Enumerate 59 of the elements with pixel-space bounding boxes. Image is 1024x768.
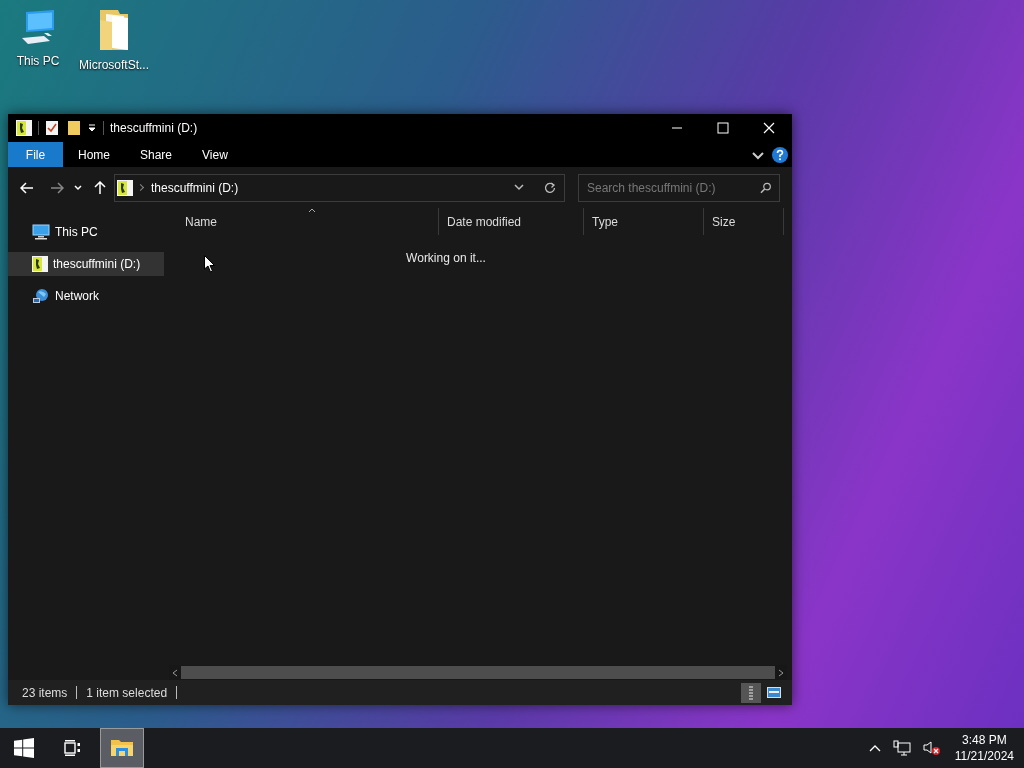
chevron-up-icon[interactable]: [868, 744, 881, 752]
scroll-right-icon[interactable]: [778, 668, 784, 677]
search-field[interactable]: Search thescuffmini (D:): [578, 173, 780, 202]
selection-count: 1 item selected: [86, 684, 168, 702]
chevron-down-icon[interactable]: [752, 149, 764, 160]
clock-date[interactable]: 11/21/2024: [954, 748, 1014, 764]
column-header[interactable]: Name: [177, 208, 439, 235]
details-list-icon: [748, 685, 754, 700]
column-header[interactable]: Type: [584, 208, 704, 235]
network-icon[interactable]: [892, 740, 911, 756]
search-input[interactable]: Search thescuffmini (D:): [587, 178, 760, 197]
ribbon-tab[interactable]: Share: [125, 142, 188, 167]
folder-icon[interactable]: [67, 120, 81, 136]
mouse-cursor-icon: [204, 255, 215, 273]
taskbar-app-button[interactable]: [100, 728, 144, 768]
scrollbar-thumb[interactable]: [181, 666, 775, 679]
close-icon[interactable]: [763, 122, 775, 134]
ribbon-tab[interactable]: View: [187, 142, 243, 167]
chevron-down-icon[interactable]: [514, 184, 524, 191]
sidebar-label: Network: [55, 288, 99, 305]
item-count: 23 items: [22, 684, 68, 702]
window-title: thescuffmini (D:): [110, 120, 198, 137]
column-header[interactable]: Date modified: [439, 208, 584, 235]
tiles-view-icon: [767, 687, 781, 698]
computer-icon: [32, 224, 50, 240]
address-bar[interactable]: thescuffmini (D:): [114, 173, 565, 202]
sidebar-item[interactable]: thescuffmini (D:): [8, 252, 164, 276]
task-view-icon: [63, 740, 81, 756]
drive-icon: [16, 120, 32, 136]
sidebar-item[interactable]: Network: [8, 284, 164, 308]
sidebar-label: thescuffmini (D:): [53, 256, 141, 273]
properties-icon[interactable]: [45, 120, 59, 136]
maximize-icon[interactable]: [717, 122, 729, 134]
search-icon[interactable]: [759, 181, 771, 194]
drive-icon: [117, 179, 133, 196]
ribbon-tab[interactable]: Home: [63, 142, 125, 167]
folder-icon: [110, 738, 134, 758]
sidebar-item[interactable]: This PC: [8, 220, 164, 244]
sidebar-label: This PC: [55, 224, 98, 241]
desktop-icon-label[interactable]: MicrosoftSt...: [79, 56, 149, 74]
windows-logo-icon: [14, 738, 34, 758]
clock-time[interactable]: 3:48 PM: [962, 732, 1007, 748]
loading-message: Working on it...: [406, 250, 486, 267]
details-view-button[interactable]: [741, 682, 761, 703]
column-header[interactable]: Size: [704, 208, 784, 235]
file-tab[interactable]: File: [8, 142, 63, 167]
desktop-icon-label[interactable]: This PC: [16, 52, 60, 70]
sort-caret-icon: [307, 208, 316, 213]
refresh-icon[interactable]: [544, 181, 556, 194]
forward-arrow-icon[interactable]: [50, 181, 64, 194]
help-icon[interactable]: [772, 146, 788, 163]
drive-icon: [32, 256, 48, 272]
volume-muted-icon[interactable]: [922, 740, 941, 756]
scroll-left-icon[interactable]: [172, 668, 178, 677]
back-arrow-icon[interactable]: [20, 181, 34, 194]
network-icon: [32, 287, 50, 305]
caret-icon[interactable]: [87, 123, 97, 133]
up-arrow-icon[interactable]: [94, 180, 106, 195]
address-text[interactable]: thescuffmini (D:): [151, 178, 239, 197]
